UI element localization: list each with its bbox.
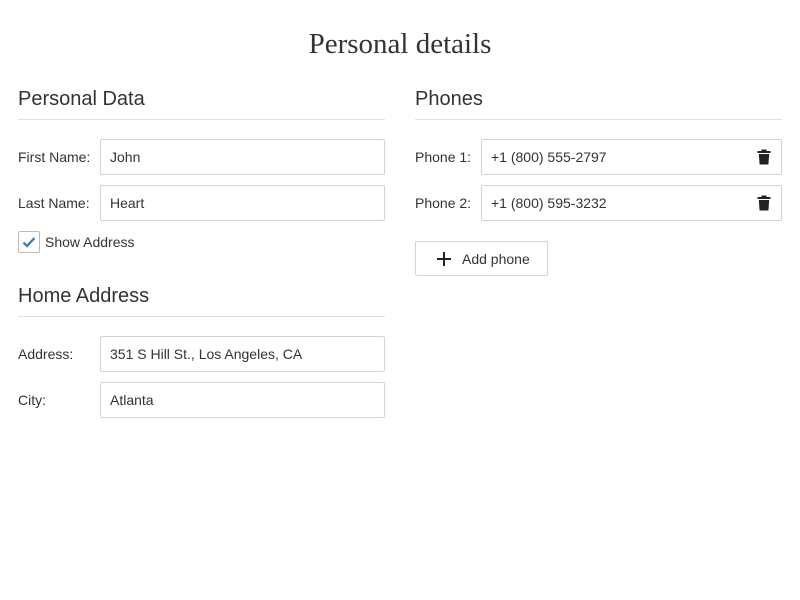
delete-phone-button[interactable] <box>754 147 774 167</box>
add-phone-button[interactable]: Add phone <box>415 241 548 276</box>
phone-row: Phone 2: <box>415 185 782 221</box>
phone-input[interactable] <box>481 185 782 221</box>
address-input[interactable] <box>100 336 385 372</box>
last-name-row: Last Name: <box>18 185 385 221</box>
last-name-input[interactable] <box>100 185 385 221</box>
city-label: City: <box>18 392 46 408</box>
show-address-checkbox-row[interactable]: Show Address <box>18 231 218 253</box>
first-name-row: First Name: <box>18 139 385 175</box>
city-input[interactable] <box>100 382 385 418</box>
phone-row: Phone 1: <box>415 139 782 175</box>
phone-label: Phone 2: <box>415 195 472 211</box>
address-label: Address: <box>18 346 74 362</box>
delete-phone-button[interactable] <box>754 193 774 213</box>
address-row: Address: <box>18 336 385 372</box>
last-name-label: Last Name: <box>18 195 90 211</box>
checkmark-icon <box>22 237 36 248</box>
page-title: Personal details <box>308 28 492 60</box>
trash-icon <box>757 195 771 211</box>
phone-input[interactable] <box>481 139 782 175</box>
show-address-label[interactable]: Show Address <box>45 231 135 253</box>
personal-data-heading: Personal Data <box>18 88 385 120</box>
first-name-input[interactable] <box>100 139 385 175</box>
first-name-label: First Name: <box>18 149 91 165</box>
show-address-checkbox[interactable] <box>18 231 40 253</box>
add-phone-label[interactable]: Add phone <box>462 251 530 267</box>
phones-heading: Phones <box>415 88 782 120</box>
city-row: City: <box>18 382 385 418</box>
plus-icon <box>436 251 452 267</box>
phone-label: Phone 1: <box>415 149 472 165</box>
trash-icon <box>757 149 771 165</box>
home-address-heading: Home Address <box>18 285 385 317</box>
